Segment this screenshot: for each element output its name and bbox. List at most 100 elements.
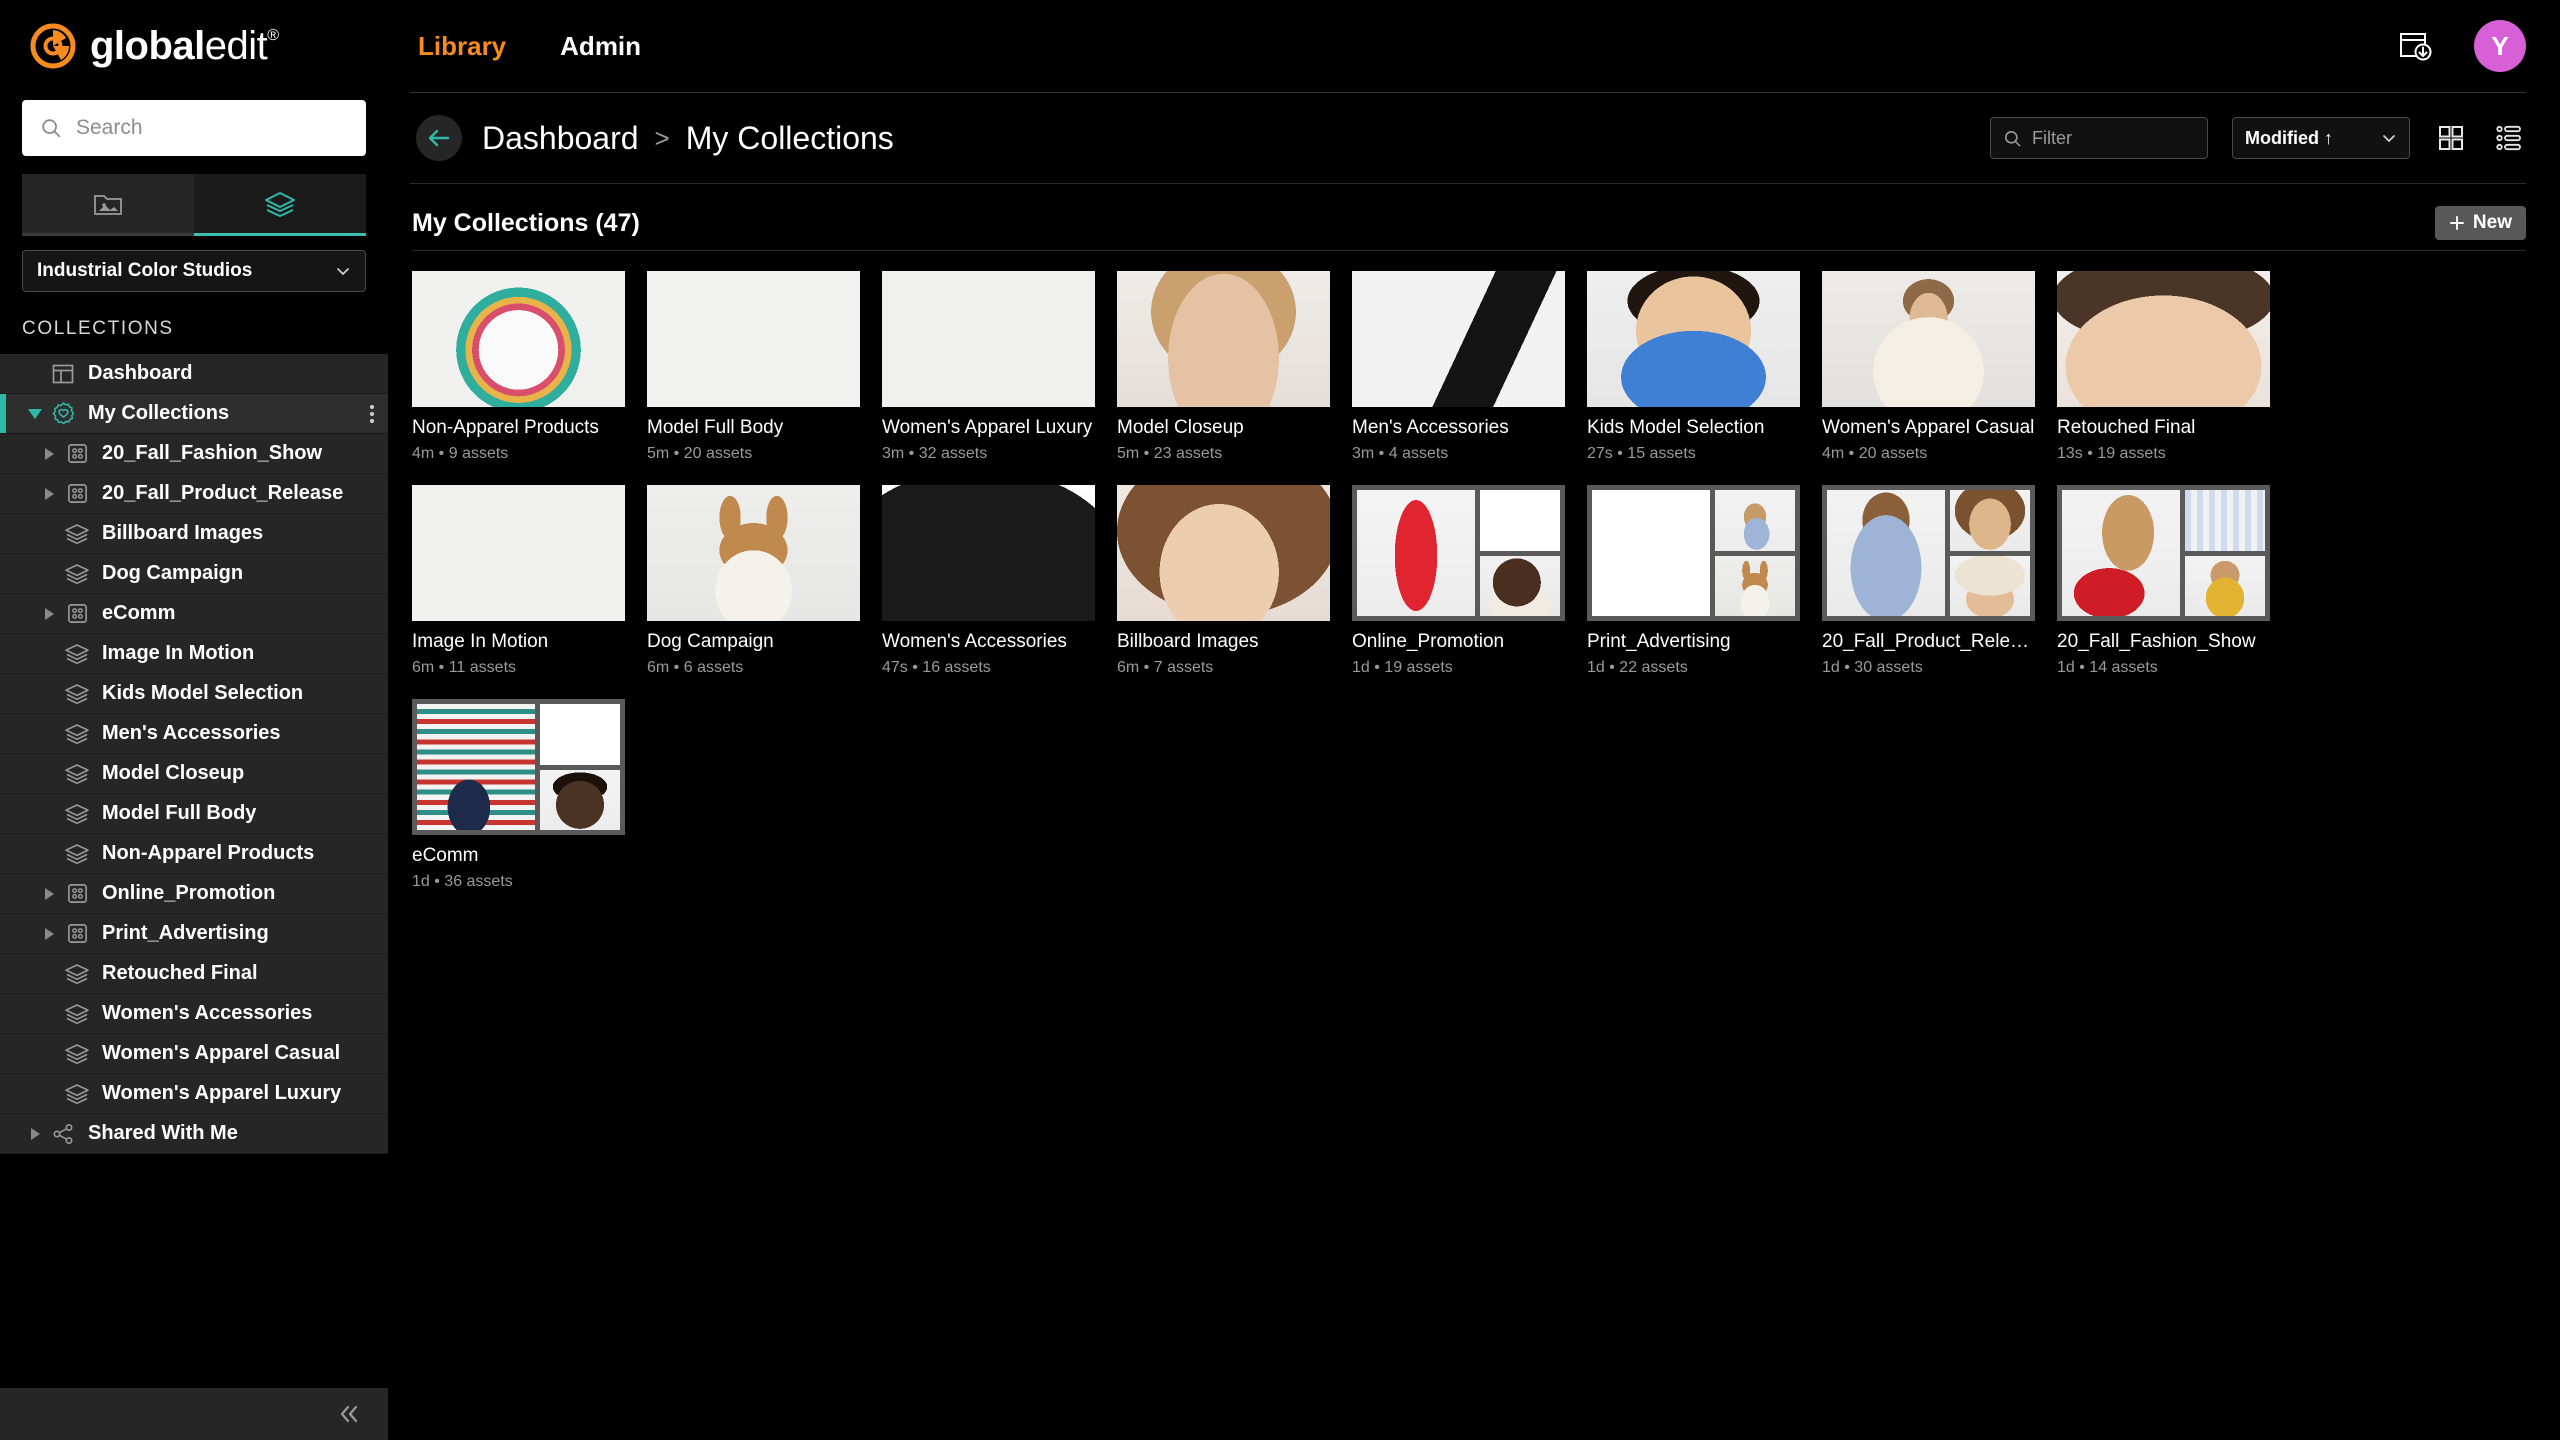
collection-card[interactable]: Print_Advertising 1d • 22 assets bbox=[1587, 485, 1800, 677]
sidebar-item-non-apparel-products[interactable]: Non-Apparel Products bbox=[0, 834, 388, 874]
grid-view-button[interactable] bbox=[2434, 121, 2468, 155]
collection-card[interactable]: Women's Accessories 47s • 16 assets bbox=[882, 485, 1095, 677]
collection-thumbnail[interactable] bbox=[647, 485, 860, 621]
sidebar-item-ecomm[interactable]: eComm bbox=[0, 594, 388, 634]
collection-thumbnail[interactable] bbox=[1117, 271, 1330, 407]
disclosure-triangle-closed-icon[interactable] bbox=[36, 887, 62, 900]
brand-logo-area[interactable]: global edit ® bbox=[0, 0, 388, 92]
arrow-left-icon bbox=[428, 129, 450, 147]
collection-card[interactable]: Women's Apparel Luxury 3m • 32 assets bbox=[882, 271, 1095, 463]
collection-card[interactable]: 20_Fall_Fashion_Show 1d • 14 assets bbox=[2057, 485, 2270, 677]
collection-thumbnail[interactable] bbox=[647, 271, 860, 407]
sidebar-item-dashboard[interactable]: Dashboard bbox=[0, 354, 388, 394]
sidebar-item-shared-with-me[interactable]: Shared With Me bbox=[0, 1114, 388, 1154]
sidebar-item-model-closeup[interactable]: Model Closeup bbox=[0, 754, 388, 794]
disclosure-triangle-closed-icon[interactable] bbox=[36, 927, 62, 940]
app-root: global edit ® Search Industrial Color St… bbox=[0, 0, 2560, 1440]
collection-card[interactable]: Image In Motion 6m • 11 assets bbox=[412, 485, 625, 677]
section-header: My Collections (47) New bbox=[388, 184, 2560, 240]
sidebar-item-label: 20_Fall_Fashion_Show bbox=[102, 442, 323, 464]
collection-thumbnail[interactable] bbox=[412, 485, 625, 621]
nav-item-library[interactable]: Library bbox=[418, 31, 506, 62]
collection-thumbnail[interactable] bbox=[412, 699, 625, 835]
sidebar-item-label: Women's Accessories bbox=[102, 1002, 313, 1024]
search-input[interactable]: Search bbox=[22, 100, 366, 156]
collection-thumbnail[interactable] bbox=[1587, 271, 1800, 407]
collection-card[interactable]: 20_Fall_Product_Release 1d • 30 assets bbox=[1822, 485, 2035, 677]
chevron-double-left-icon bbox=[340, 1405, 358, 1423]
sidebar-item-print-advertising[interactable]: Print_Advertising bbox=[0, 914, 388, 954]
sidebar-item-retouched-final[interactable]: Retouched Final bbox=[0, 954, 388, 994]
collection-thumbnail[interactable] bbox=[882, 485, 1095, 621]
sidebar-item-dog-campaign[interactable]: Dog Campaign bbox=[0, 554, 388, 594]
sidebar-collapse-bar[interactable] bbox=[0, 1388, 388, 1440]
collection-title: Kids Model Selection bbox=[1587, 417, 1765, 438]
collection-card[interactable]: Women's Apparel Casual 4m • 20 assets bbox=[1822, 271, 2035, 463]
collection-card[interactable]: Retouched Final 13s • 19 assets bbox=[2057, 271, 2270, 463]
disclosure-triangle-closed-icon[interactable] bbox=[36, 447, 62, 460]
collection-title: Men's Accessories bbox=[1352, 417, 1509, 438]
disclosure-triangle-open-icon[interactable] bbox=[22, 408, 48, 419]
sidebar-item-women-s-apparel-luxury[interactable]: Women's Apparel Luxury bbox=[0, 1074, 388, 1114]
sidebar-item-men-s-accessories[interactable]: Men's Accessories bbox=[0, 714, 388, 754]
sidebar-item-online-promotion[interactable]: Online_Promotion bbox=[0, 874, 388, 914]
collection-card[interactable]: Model Closeup 5m • 23 assets bbox=[1117, 271, 1330, 463]
sidebar-item-my-collections[interactable]: My Collections bbox=[0, 394, 388, 434]
list-view-button[interactable] bbox=[2492, 121, 2526, 155]
collection-thumbnail[interactable] bbox=[1822, 485, 2035, 621]
layers-icon bbox=[65, 803, 89, 824]
collection-thumbnail[interactable] bbox=[2057, 271, 2270, 407]
collection-thumbnail[interactable] bbox=[412, 271, 625, 407]
sidebar-item-image-in-motion[interactable]: Image In Motion bbox=[0, 634, 388, 674]
thumbnail-image bbox=[1479, 555, 1560, 616]
sidebar-item-20-fall-fashion-show[interactable]: 20_Fall_Fashion_Show bbox=[0, 434, 388, 474]
disclosure-triangle-closed-icon[interactable] bbox=[36, 607, 62, 620]
user-avatar[interactable]: Y bbox=[2474, 20, 2526, 72]
collection-thumbnail[interactable] bbox=[882, 271, 1095, 407]
new-collection-button[interactable]: New bbox=[2434, 206, 2526, 240]
layers-icon bbox=[62, 1002, 92, 1026]
disclosure-triangle-closed-icon[interactable] bbox=[36, 487, 62, 500]
sidebar-item-billboard-images[interactable]: Billboard Images bbox=[0, 514, 388, 554]
sidebar-item-women-s-accessories[interactable]: Women's Accessories bbox=[0, 994, 388, 1034]
collection-thumbnail[interactable] bbox=[1352, 271, 1565, 407]
collection-thumbnail[interactable] bbox=[1587, 485, 1800, 621]
collection-card[interactable]: Non-Apparel Products 4m • 9 assets bbox=[412, 271, 625, 463]
nav-item-admin[interactable]: Admin bbox=[560, 31, 641, 62]
breadcrumb-parent[interactable]: Dashboard bbox=[482, 120, 639, 157]
layers-icon bbox=[62, 802, 92, 826]
thumbnail-image bbox=[647, 271, 860, 407]
sort-select[interactable]: Modified ↑ bbox=[2232, 117, 2410, 159]
collection-card[interactable]: Dog Campaign 6m • 6 assets bbox=[647, 485, 860, 677]
layers-icon bbox=[62, 522, 92, 546]
collection-thumbnail[interactable] bbox=[1352, 485, 1565, 621]
downloads-inbox-icon[interactable] bbox=[2398, 30, 2432, 62]
organization-select[interactable]: Industrial Color Studios bbox=[22, 250, 366, 292]
sidebar-item-women-s-apparel-casual[interactable]: Women's Apparel Casual bbox=[0, 1034, 388, 1074]
collection-card[interactable]: Men's Accessories 3m • 4 assets bbox=[1352, 271, 1565, 463]
sidebar-item-20-fall-product-release[interactable]: 20_Fall_Product_Release bbox=[0, 474, 388, 514]
collection-thumbnail[interactable] bbox=[1822, 271, 2035, 407]
back-button[interactable] bbox=[416, 115, 462, 161]
filter-input[interactable]: Filter bbox=[1990, 117, 2208, 159]
thumbnail-image bbox=[2062, 490, 2180, 616]
collection-title: 20_Fall_Product_Release bbox=[1822, 631, 2035, 652]
collection-card[interactable]: Online_Promotion 1d • 19 assets bbox=[1352, 485, 1565, 677]
item-overflow-menu-icon[interactable] bbox=[370, 404, 374, 423]
collection-thumbnail[interactable] bbox=[1117, 485, 1330, 621]
album-grid-icon bbox=[62, 882, 92, 905]
disclosure-triangle-closed-icon[interactable] bbox=[22, 1127, 48, 1140]
album-grid-icon bbox=[62, 602, 92, 625]
collection-card[interactable]: Kids Model Selection 27s • 15 assets bbox=[1587, 271, 1800, 463]
collection-card[interactable]: Model Full Body 5m • 20 assets bbox=[647, 271, 860, 463]
collection-card[interactable]: eComm 1d • 36 assets bbox=[412, 699, 625, 891]
collections-tab[interactable] bbox=[194, 174, 366, 236]
sidebar-item-model-full-body[interactable]: Model Full Body bbox=[0, 794, 388, 834]
collection-card[interactable]: Billboard Images 6m • 7 assets bbox=[1117, 485, 1330, 677]
layers-icon bbox=[62, 562, 92, 586]
sidebar-item-kids-model-selection[interactable]: Kids Model Selection bbox=[0, 674, 388, 714]
album-grid-icon bbox=[67, 444, 87, 463]
collection-title: Model Closeup bbox=[1117, 417, 1244, 438]
collection-thumbnail[interactable] bbox=[2057, 485, 2270, 621]
assets-tab[interactable] bbox=[22, 174, 194, 236]
